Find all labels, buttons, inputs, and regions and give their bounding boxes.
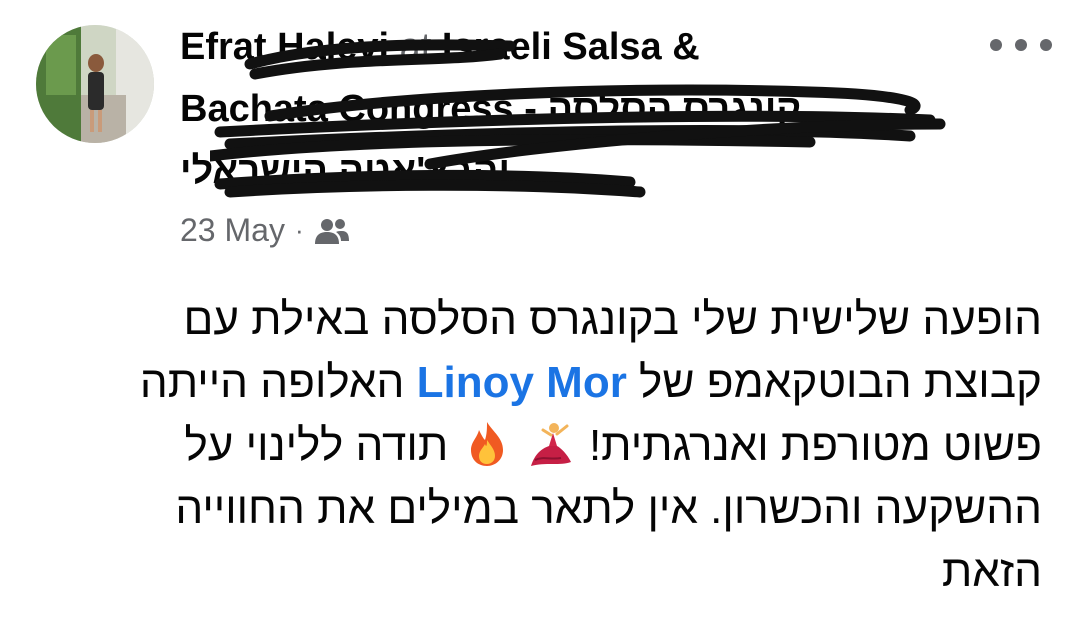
place-link[interactable]: Israeli Salsa & — [442, 26, 700, 68]
avatar-photo — [36, 25, 154, 143]
post-meta: 23 May · — [180, 212, 350, 249]
place-name: Israeli Salsa & — [441, 26, 700, 68]
post-text: הופעה שלישית שלי בקונגרס הסלסה באילת עם … — [72, 288, 1042, 603]
flamenco-dancer-emoji — [527, 420, 575, 468]
at-label: at — [399, 26, 432, 68]
post-date[interactable]: 23 May — [180, 212, 285, 249]
more-options-button[interactable] — [990, 30, 1052, 60]
place-name-line2[interactable]: Bachata Congress - קונגרס הסלסה — [180, 88, 801, 130]
friends-icon[interactable] — [314, 216, 350, 246]
author-avatar[interactable] — [36, 25, 154, 143]
place-name-line3[interactable]: והבצ'אטה הישראלי — [180, 150, 510, 192]
more-options-dot — [1040, 39, 1052, 51]
post-header: Efrat Halevi at Israeli Salsa & Bachata … — [180, 16, 960, 202]
author-name: Efrat Halevi — [180, 26, 390, 68]
post-attribution: Efrat Halevi at Israeli Salsa & Bachata … — [180, 16, 960, 202]
more-options-icon — [990, 39, 1002, 51]
fire-emoji — [463, 420, 511, 468]
more-options-dot — [1015, 39, 1027, 51]
mention-link[interactable]: Linoy Mor — [417, 358, 627, 407]
author-name-link[interactable]: Efrat Halevi — [180, 16, 389, 78]
meta-separator: · — [294, 215, 304, 245]
